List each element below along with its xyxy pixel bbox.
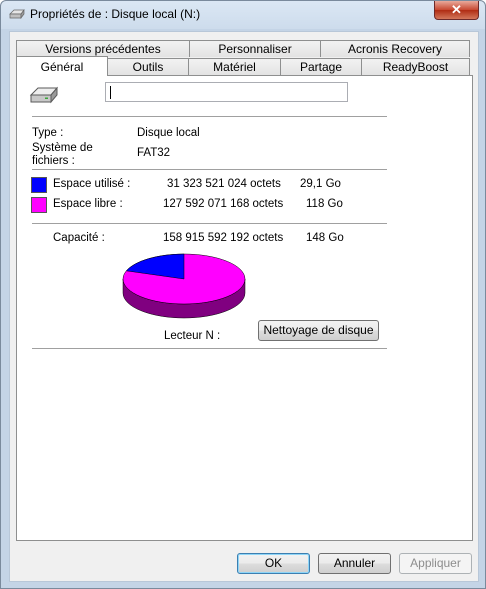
filesystem-label-line1: Système de bbox=[32, 142, 93, 154]
tab-readyboost[interactable]: ReadyBoost bbox=[361, 58, 470, 75]
disk-usage-pie-chart bbox=[122, 253, 246, 319]
tab-acronis-recovery[interactable]: Acronis Recovery bbox=[320, 40, 470, 57]
free-space-bytes: 127 592 071 168 octets bbox=[163, 198, 284, 210]
separator-capacity bbox=[32, 223, 387, 224]
properties-window: Propriétés de : Disque local (N:) ✕ Vers… bbox=[0, 0, 486, 589]
type-value: Disque local bbox=[137, 127, 200, 139]
drive-icon bbox=[9, 8, 25, 20]
separator-bottom bbox=[32, 348, 387, 349]
cancel-button[interactable]: Annuler bbox=[318, 553, 391, 574]
apply-button[interactable]: Appliquer bbox=[399, 553, 472, 574]
capacity-bytes: 158 915 592 192 octets bbox=[163, 232, 284, 244]
free-space-label: Espace libre : bbox=[53, 198, 123, 210]
drive-letter-label: Lecteur N : bbox=[164, 330, 221, 342]
tab-previous-versions[interactable]: Versions précédentes bbox=[16, 40, 190, 57]
window-title: Propriétés de : Disque local (N:) bbox=[30, 7, 201, 21]
filesystem-value: FAT32 bbox=[137, 147, 171, 159]
capacity-label: Capacité : bbox=[53, 232, 105, 244]
free-space-size: 118 Go bbox=[306, 198, 343, 210]
general-panel: Type : Disque local Système de fichiers … bbox=[16, 75, 473, 541]
separator-top bbox=[32, 116, 387, 117]
dialog-client: Versions précédentes Personnaliser Acron… bbox=[9, 31, 479, 582]
filesystem-label-line2: fichiers : bbox=[32, 155, 75, 167]
free-color-swatch bbox=[31, 197, 47, 213]
text-caret bbox=[110, 86, 111, 99]
used-color-swatch bbox=[31, 177, 47, 193]
title-bar[interactable]: Propriétés de : Disque local (N:) ✕ bbox=[1, 1, 485, 28]
ok-button[interactable]: OK bbox=[237, 553, 310, 574]
tab-general[interactable]: Général bbox=[16, 56, 108, 76]
used-space-bytes: 31 323 521 024 octets bbox=[167, 178, 281, 190]
tab-hardware[interactable]: Matériel bbox=[188, 58, 281, 75]
drive-name-input[interactable] bbox=[105, 82, 348, 102]
disk-cleanup-button[interactable]: Nettoyage de disque bbox=[258, 320, 379, 341]
tab-customize[interactable]: Personnaliser bbox=[189, 40, 321, 57]
close-icon: ✕ bbox=[451, 2, 462, 17]
separator-middle bbox=[32, 169, 387, 170]
used-space-size: 29,1 Go bbox=[300, 178, 341, 190]
tab-sharing[interactable]: Partage bbox=[280, 58, 362, 75]
hard-drive-icon bbox=[29, 86, 59, 104]
tab-tools[interactable]: Outils bbox=[107, 58, 189, 75]
used-space-label: Espace utilisé : bbox=[53, 178, 131, 190]
type-label: Type : bbox=[32, 127, 64, 139]
close-button[interactable]: ✕ bbox=[434, 1, 479, 20]
capacity-size: 148 Go bbox=[306, 232, 344, 244]
